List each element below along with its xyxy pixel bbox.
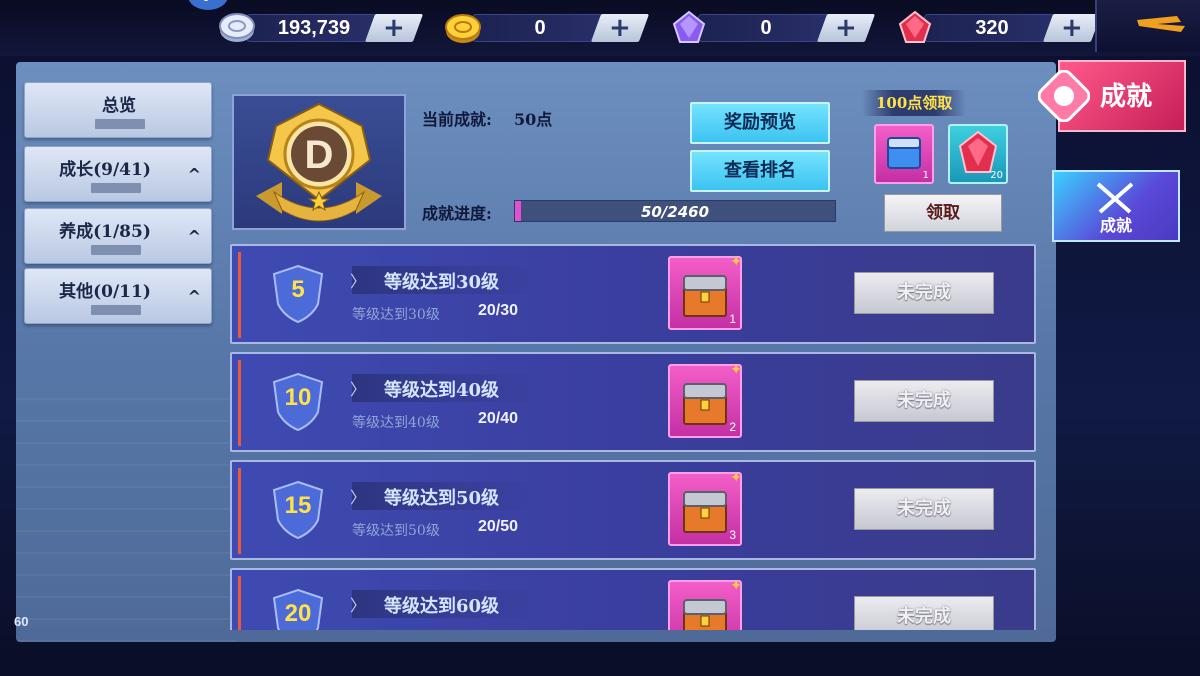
- tab-label: 成就: [1100, 216, 1133, 235]
- nav-label: 成长(9/41): [59, 160, 151, 180]
- level-shield-icon: 15: [272, 480, 324, 540]
- currency-silver: 193,739 +: [218, 10, 424, 46]
- nav-sublabel: [91, 305, 141, 315]
- fps-counter: 60: [14, 614, 29, 629]
- currency-value: 0: [760, 17, 772, 39]
- badge-letter: D: [305, 133, 334, 177]
- achievement-row: 5 等级达到30级 等级达到30级 20/30 ✦ 1 未完成: [230, 244, 1036, 344]
- achievement-desc: 等级达到40级: [352, 415, 440, 431]
- achievement-list[interactable]: 5 等级达到30级 等级达到30级 20/30 ✦ 1 未完成 10 等级达到4…: [230, 244, 1040, 630]
- incomplete-status-button[interactable]: 未完成: [854, 596, 994, 630]
- achievement-desc: 等级达到50级: [352, 523, 440, 539]
- chevron-up-icon: ^: [187, 165, 201, 184]
- pin-icon: ✦: [730, 578, 742, 594]
- add-purple-gem-button[interactable]: +: [816, 13, 876, 43]
- nav-overview[interactable]: 总览: [24, 82, 212, 138]
- level-number: 20: [284, 600, 312, 627]
- currency-value: 320: [975, 17, 1009, 39]
- tab-achievement-main[interactable]: 成就: [1038, 60, 1186, 132]
- nav-sublabel: [95, 119, 145, 129]
- achievement-title: 等级达到30级: [384, 272, 500, 293]
- milestone-reward-chest[interactable]: 1: [874, 124, 934, 184]
- add-gold-button[interactable]: +: [590, 13, 650, 43]
- achievement-title: 等级达到50级: [384, 488, 500, 509]
- pin-icon: ✦: [730, 254, 742, 270]
- gold-coin-icon: [444, 10, 482, 46]
- add-red-gem-button[interactable]: +: [1042, 13, 1102, 43]
- level-shield-icon: 10: [272, 372, 324, 432]
- nav-label: 总览: [102, 96, 136, 116]
- currency-bar: 193,739 + 0 + 0 + 320 +: [0, 0, 1200, 56]
- level-shield-icon: 5: [272, 264, 324, 324]
- view-ranking-button[interactable]: 查看排名: [690, 150, 830, 192]
- tab-achievement-secondary[interactable]: 成就: [1052, 170, 1180, 242]
- nav-label: 其他(0/11): [59, 282, 151, 302]
- reward-quantity: 1: [922, 170, 929, 181]
- rank-medal-icon: D: [256, 102, 382, 222]
- reward-quantity: 1: [729, 312, 736, 326]
- chevron-up-icon: ^: [187, 227, 201, 246]
- achievement-panel: 总览 成长(9/41) ^ 养成(1/85) ^ 其他(0/11) ^ D 当前…: [16, 62, 1056, 642]
- rank-badge-card: D: [232, 94, 406, 230]
- nav-cultivation[interactable]: 养成(1/85) ^: [24, 208, 212, 264]
- reward-item[interactable]: ✦: [668, 578, 742, 630]
- achievement-progress-label: 成就进度:: [422, 204, 492, 223]
- nav-label: 养成(1/85): [59, 222, 151, 242]
- incomplete-status-button[interactable]: 未完成: [854, 272, 994, 314]
- level-shield-icon: 20: [272, 588, 324, 630]
- achievement-row: 10 等级达到40级 等级达到40级 20/40 ✦ 2 未完成: [230, 352, 1036, 452]
- add-silver-button[interactable]: +: [364, 13, 424, 43]
- tab-label: 成就: [1100, 82, 1153, 112]
- level-number: 15: [284, 492, 312, 519]
- reward-quantity: 20: [990, 170, 1003, 181]
- currency-gold: 0 +: [444, 10, 650, 46]
- achievement-desc: 等级达到30级: [352, 307, 440, 323]
- red-gem-icon: [896, 10, 934, 46]
- pin-icon: ✦: [730, 470, 742, 486]
- nav-other[interactable]: 其他(0/11) ^: [24, 268, 212, 324]
- current-achievement-label: 当前成就:: [422, 110, 492, 129]
- currency-red-gem: 320 +: [896, 10, 1102, 46]
- achievement-emblem-icon: [1038, 70, 1090, 122]
- level-number: 10: [284, 384, 312, 411]
- milestone-title: 100点领取: [862, 90, 967, 116]
- nav-sublabel: [91, 245, 141, 255]
- chevron-up-icon: ^: [187, 287, 201, 306]
- incomplete-status-button[interactable]: 未完成: [854, 488, 994, 530]
- progress-text: 50/2460: [640, 203, 710, 221]
- silver-coin-icon: [218, 10, 256, 46]
- achievement-progress: 20/50: [478, 518, 519, 535]
- achievement-row: 20 等级达到60级 ✦ 未完成: [230, 568, 1036, 630]
- reward-item[interactable]: ✦ 1: [668, 254, 742, 330]
- current-achievement-value: 50点: [514, 110, 553, 129]
- nav-sublabel: [91, 183, 141, 193]
- currency-value: 0: [534, 17, 546, 39]
- background-decoration: [16, 382, 236, 642]
- achievement-title: 等级达到40级: [384, 380, 500, 401]
- achievement-row: 15 等级达到50级 等级达到50级 20/50 ✦ 3 未完成: [230, 460, 1036, 560]
- milestone-reward-gem[interactable]: 20: [948, 124, 1008, 184]
- achievement-progress: 20/30: [478, 302, 519, 319]
- back-button[interactable]: [1095, 0, 1200, 52]
- reward-quantity: 2: [729, 420, 736, 434]
- currency-value: 193,739: [277, 17, 351, 39]
- achievement-title: 等级达到60级: [384, 596, 500, 617]
- reward-item[interactable]: ✦ 3: [668, 470, 742, 546]
- incomplete-status-button[interactable]: 未完成: [854, 380, 994, 422]
- reward-preview-button[interactable]: 奖励预览: [690, 102, 830, 144]
- pin-icon: ✦: [730, 362, 742, 378]
- achievement-progress-bar: 50/2460: [514, 200, 836, 222]
- currency-purple-gem: 0 +: [670, 10, 876, 46]
- claim-button[interactable]: 领取: [884, 194, 1002, 232]
- level-number: 5: [291, 276, 305, 303]
- nav-growth[interactable]: 成长(9/41) ^: [24, 146, 212, 202]
- back-arrow-icon: [1137, 16, 1185, 32]
- reward-item[interactable]: ✦ 2: [668, 362, 742, 438]
- purple-gem-icon: [670, 10, 708, 46]
- reward-quantity: 3: [729, 528, 736, 542]
- achievement-progress: 20/40: [478, 410, 519, 427]
